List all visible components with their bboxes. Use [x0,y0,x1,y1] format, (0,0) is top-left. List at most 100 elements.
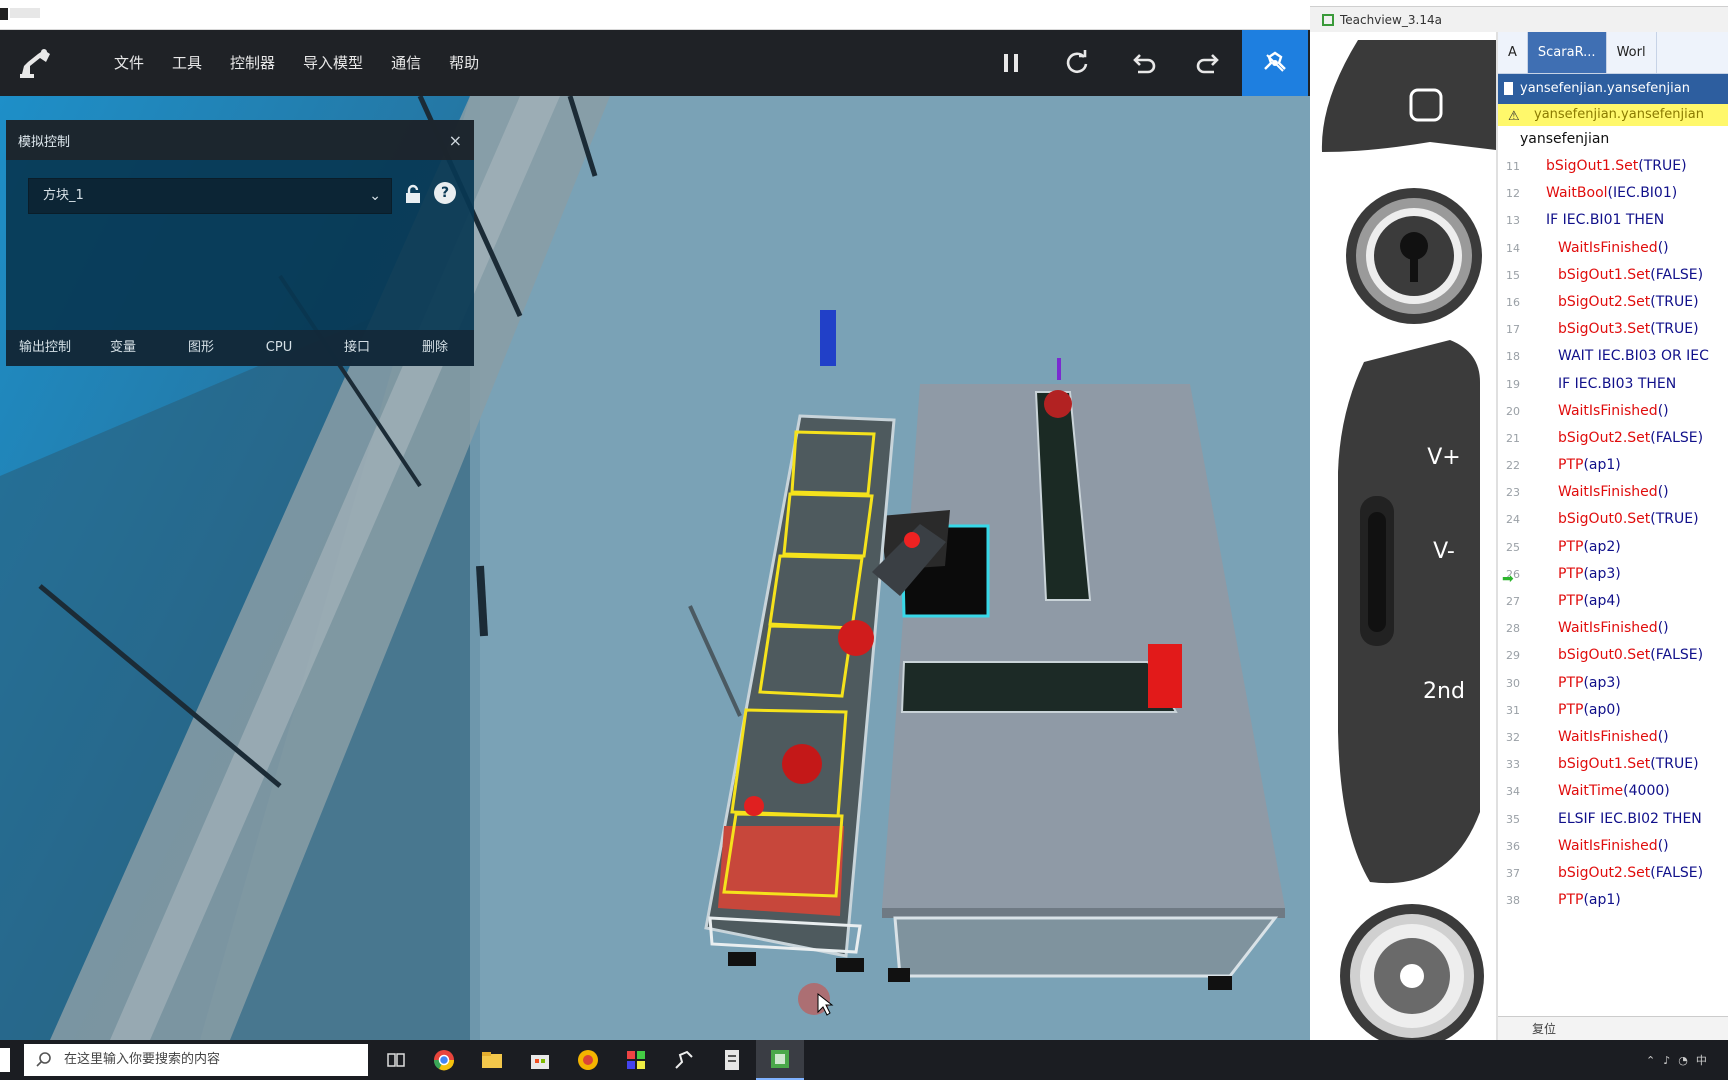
code-token: (ap3) [1583,674,1621,691]
line-number: 22 [1506,459,1520,473]
code-line[interactable]: 32 WaitIsFinished() [1498,724,1728,751]
system-tray: ⌃ ♪ ◔ 中 [1638,1040,1728,1080]
task-view-button[interactable] [372,1040,420,1080]
taskbar-search-input[interactable]: 在这里输入你要搜索的内容 [24,1044,368,1076]
line-number: 34 [1506,785,1520,799]
chrome-app[interactable] [420,1040,468,1080]
code-text: WaitIsFinished() [1558,479,1669,506]
tab-axes[interactable]: A [1498,32,1528,73]
code-line[interactable]: 12 WaitBool(IEC.BI01) [1498,180,1728,207]
code-line[interactable]: 26 ➡ PTP(ap3) [1498,561,1728,588]
menu-tools[interactable]: 工具 [158,30,216,96]
code-lines: 11 bSigOut1.Set(TRUE) 12 WaitBool(IEC.BI01)… [1498,153,1728,914]
tab-interface[interactable]: 接口 [318,330,396,366]
input-method-icon[interactable]: 中 [1696,1052,1707,1068]
code-line[interactable]: 11 bSigOut1.Set(TRUE) [1498,153,1728,180]
menu-file[interactable]: 文件 [100,30,158,96]
tab-cpu[interactable]: CPU [240,330,318,366]
tab-output-control[interactable]: 输出控制 [6,330,84,366]
speed-down-label[interactable]: V- [1433,539,1455,564]
speed-up-label[interactable]: V+ [1427,445,1460,470]
code-line[interactable]: 24 bSigOut0.Set(TRUE) [1498,506,1728,533]
menu-bar: 文件 工具 控制器 导入模型 通信 帮助 [100,30,493,96]
code-line[interactable]: 34 WaitTime(4000) [1498,778,1728,805]
colorful-app[interactable] [612,1040,660,1080]
window-title-strip [0,0,1310,30]
code-line[interactable]: 21 bSigOut2.Set(FALSE) [1498,425,1728,452]
code-line[interactable]: 14 WaitIsFinished() [1498,235,1728,262]
code-line[interactable]: 25 PTP(ap2) [1498,534,1728,561]
code-token: (FALSE) [1650,864,1704,881]
code-text: PTP(ap3) [1558,561,1621,588]
simulator-window: 文件 工具 控制器 导入模型 通信 帮助 模拟控制 × 方块_1 ⌄ ? 输出控… [0,0,1310,1040]
code-line[interactable]: 38 PTP(ap1) [1498,887,1728,914]
tab-delete[interactable]: 删除 [396,330,474,366]
code-line[interactable]: 22 PTP(ap1) [1498,452,1728,479]
refresh-icon [1066,50,1088,74]
code-line[interactable]: 19 IF IEC.BI03 THEN [1498,371,1728,398]
code-line[interactable]: 33 bSigOut1.Set(TRUE) [1498,751,1728,778]
unlock-icon[interactable] [404,184,422,204]
teachview-window: Teachview_3.14a V+ V- 2nd A ScaraR... Wo… [1310,0,1728,1040]
speaker-icon[interactable]: ♪ [1663,1054,1670,1067]
teachview-titlebar: Teachview_3.14a [1310,6,1728,32]
store-app[interactable] [516,1040,564,1080]
menu-import-model[interactable]: 导入模型 [289,30,377,96]
code-token: (ap2) [1583,538,1621,555]
code-function: PTP [1558,457,1584,474]
menu-communication[interactable]: 通信 [377,30,435,96]
code-text: WaitBool(IEC.BI01) [1546,180,1677,207]
browser-app[interactable] [564,1040,612,1080]
document-app[interactable] [708,1040,756,1080]
code-token: (IEC.BI01) [1607,185,1678,202]
network-icon[interactable]: ◔ [1678,1054,1688,1067]
code-line[interactable]: 28 WaitIsFinished() [1498,615,1728,642]
pause-button[interactable] [978,30,1044,96]
robot-sim-app[interactable] [660,1040,708,1080]
tab-graphics[interactable]: 图形 [162,330,240,366]
code-line[interactable]: 17 bSigOut3.Set(TRUE) [1498,316,1728,343]
code-line[interactable]: 15 bSigOut1.Set(FALSE) [1498,262,1728,289]
reset-button[interactable] [1044,30,1110,96]
help-icon[interactable]: ? [434,182,456,204]
search-icon [36,1052,51,1067]
chevron-up-icon[interactable]: ⌃ [1646,1054,1655,1067]
tab-variables[interactable]: 变量 [84,330,162,366]
document-icon [725,1050,739,1070]
code-token: () [1657,620,1669,637]
code-line[interactable]: 13 IF IEC.BI01 THEN [1498,207,1728,234]
tab-scara[interactable]: ScaraR... [1527,32,1607,73]
code-line[interactable]: 23 WaitIsFinished() [1498,479,1728,506]
second-function-label[interactable]: 2nd [1423,679,1465,704]
code-line[interactable]: 37 bSigOut2.Set(FALSE) [1498,860,1728,887]
code-line[interactable]: 27 PTP(ap4) [1498,588,1728,615]
line-number: 35 [1506,812,1520,826]
panel-close-button[interactable]: × [449,131,462,150]
redo-button[interactable] [1176,30,1242,96]
teachview-app[interactable] [756,1040,804,1080]
code-line[interactable]: 18 WAIT IEC.BI03 OR IEC [1498,343,1728,370]
start-button[interactable] [0,1048,10,1072]
object-select[interactable]: 方块_1 ⌄ [28,178,392,214]
code-text: WaitIsFinished() [1558,724,1669,751]
file-explorer-app[interactable] [468,1040,516,1080]
menu-help[interactable]: 帮助 [435,30,493,96]
line-number: 38 [1506,894,1520,908]
code-line[interactable]: 31 PTP(ap0) [1498,697,1728,724]
code-line[interactable]: 29 bSigOut0.Set(FALSE) [1498,642,1728,669]
code-line[interactable]: 30 PTP(ap3) [1498,670,1728,697]
code-line[interactable]: 16 bSigOut2.Set(TRUE) [1498,289,1728,316]
robot-mode-button[interactable] [1242,30,1308,96]
code-line[interactable]: 20 WaitIsFinished() [1498,398,1728,425]
code-line[interactable]: 36 WaitIsFinished() [1498,833,1728,860]
undo-button[interactable] [1110,30,1176,96]
line-number: 32 [1506,730,1520,744]
code-token: (ap1) [1583,457,1621,474]
line-number: 30 [1506,676,1520,690]
tab-world[interactable]: Worl [1607,32,1657,73]
screen: 文件 工具 控制器 导入模型 通信 帮助 模拟控制 × 方块_1 ⌄ ? 输出控… [0,0,1728,1080]
line-number: 20 [1506,404,1520,418]
footer-reset[interactable]: 复位 [1498,1016,1728,1040]
menu-controller[interactable]: 控制器 [216,30,289,96]
code-line[interactable]: 35 ELSIF IEC.BI02 THEN [1498,806,1728,833]
